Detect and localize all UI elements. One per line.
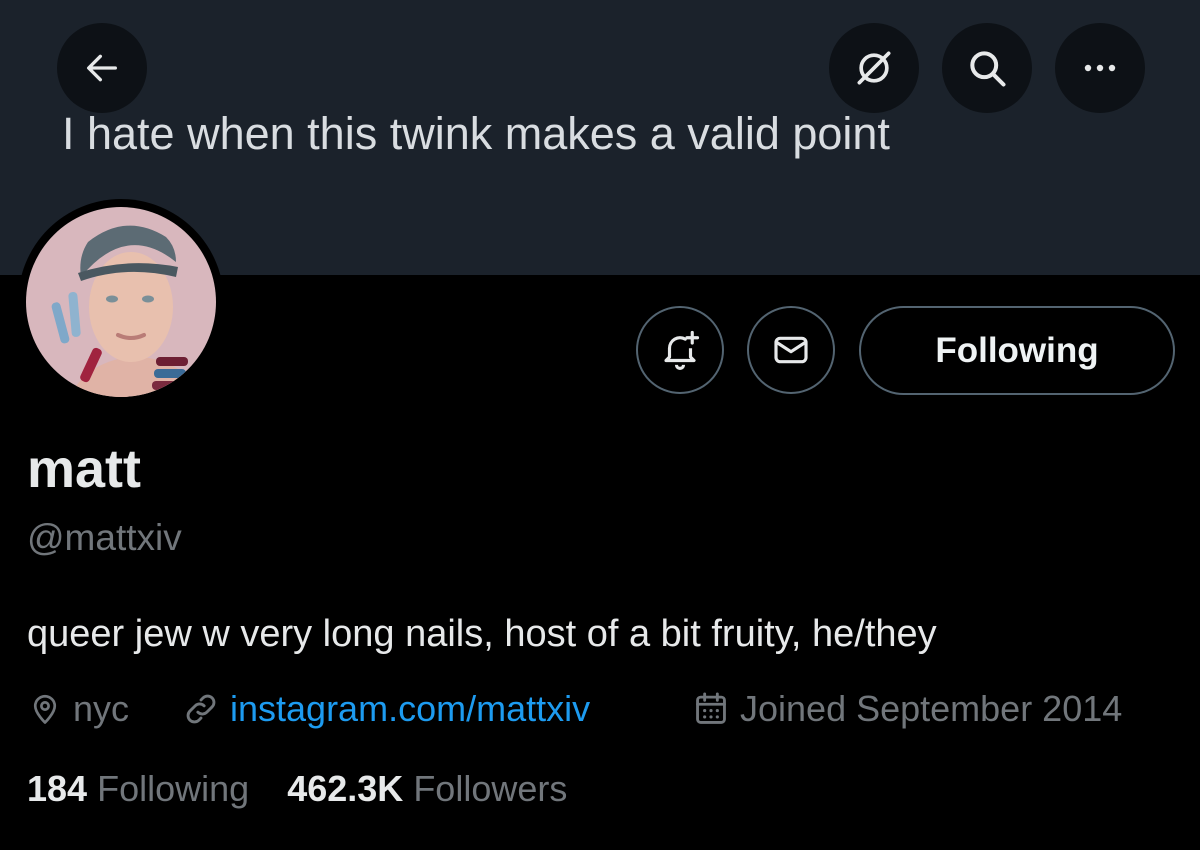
grok-icon xyxy=(857,51,891,85)
notifications-button[interactable] xyxy=(636,306,724,394)
calendar-icon xyxy=(696,692,726,724)
location: nyc xyxy=(27,686,129,732)
followers-label: Followers xyxy=(413,768,568,809)
location-text: nyc xyxy=(73,688,130,729)
join-date: Joined September 2014 xyxy=(692,686,1122,732)
website-link[interactable]: instagram.com/mattxiv xyxy=(230,688,590,730)
message-button[interactable] xyxy=(747,306,835,394)
more-icon xyxy=(1084,64,1116,72)
website[interactable]: instagram.com/mattxiv xyxy=(182,686,590,732)
bell-plus-icon xyxy=(664,330,700,370)
bio: queer jew w very long nails, host of a b… xyxy=(27,613,937,655)
following-label: Following xyxy=(97,768,250,809)
link-icon xyxy=(186,694,216,724)
following-count: 184 xyxy=(27,768,88,809)
following-button[interactable]: Following xyxy=(859,306,1175,395)
envelope-icon xyxy=(774,336,808,364)
more-button[interactable] xyxy=(1055,23,1145,113)
search-icon xyxy=(970,51,1006,87)
avatar-border xyxy=(18,199,224,405)
follow-stats: 184 Following 462.3K Followers xyxy=(27,768,567,810)
search-button[interactable] xyxy=(942,23,1032,113)
username: @mattxiv xyxy=(27,517,182,558)
followers-stat[interactable]: 462.3K Followers xyxy=(287,768,567,809)
banner-text: I hate when this twink makes a valid poi… xyxy=(62,108,890,159)
grok-button[interactable] xyxy=(829,23,919,113)
location-pin-icon xyxy=(33,694,57,724)
back-arrow-icon xyxy=(87,54,118,82)
join-date-text: Joined September 2014 xyxy=(740,688,1123,729)
followers-count: 462.3K xyxy=(287,768,404,809)
back-button[interactable] xyxy=(57,23,147,113)
avatar[interactable] xyxy=(26,207,216,397)
display-name: matt xyxy=(27,439,142,499)
following-stat[interactable]: 184 Following xyxy=(27,768,259,809)
avatar-photo xyxy=(26,207,216,397)
